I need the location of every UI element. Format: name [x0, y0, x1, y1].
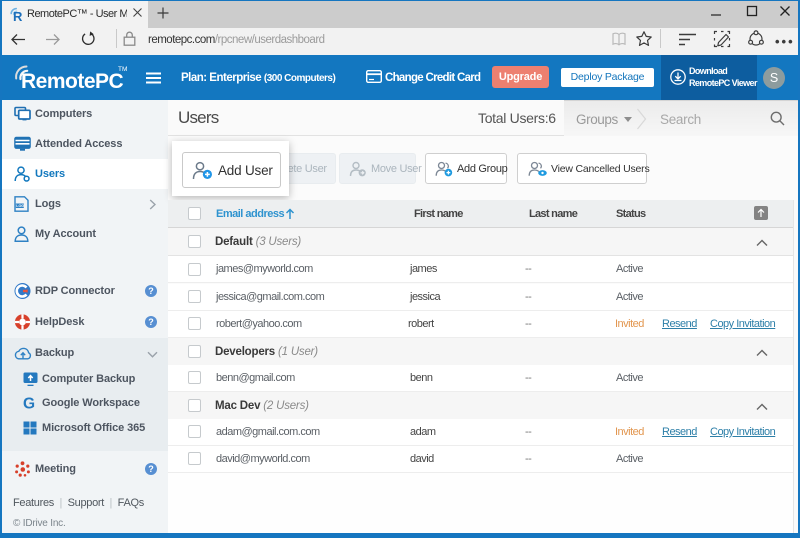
svg-text:G: G [23, 396, 35, 411]
svg-text:LOG: LOG [16, 204, 24, 208]
svg-text:TM: TM [118, 66, 127, 73]
svg-text:R: R [13, 9, 23, 23]
svg-text:RemotePC: RemotePC [21, 70, 124, 92]
